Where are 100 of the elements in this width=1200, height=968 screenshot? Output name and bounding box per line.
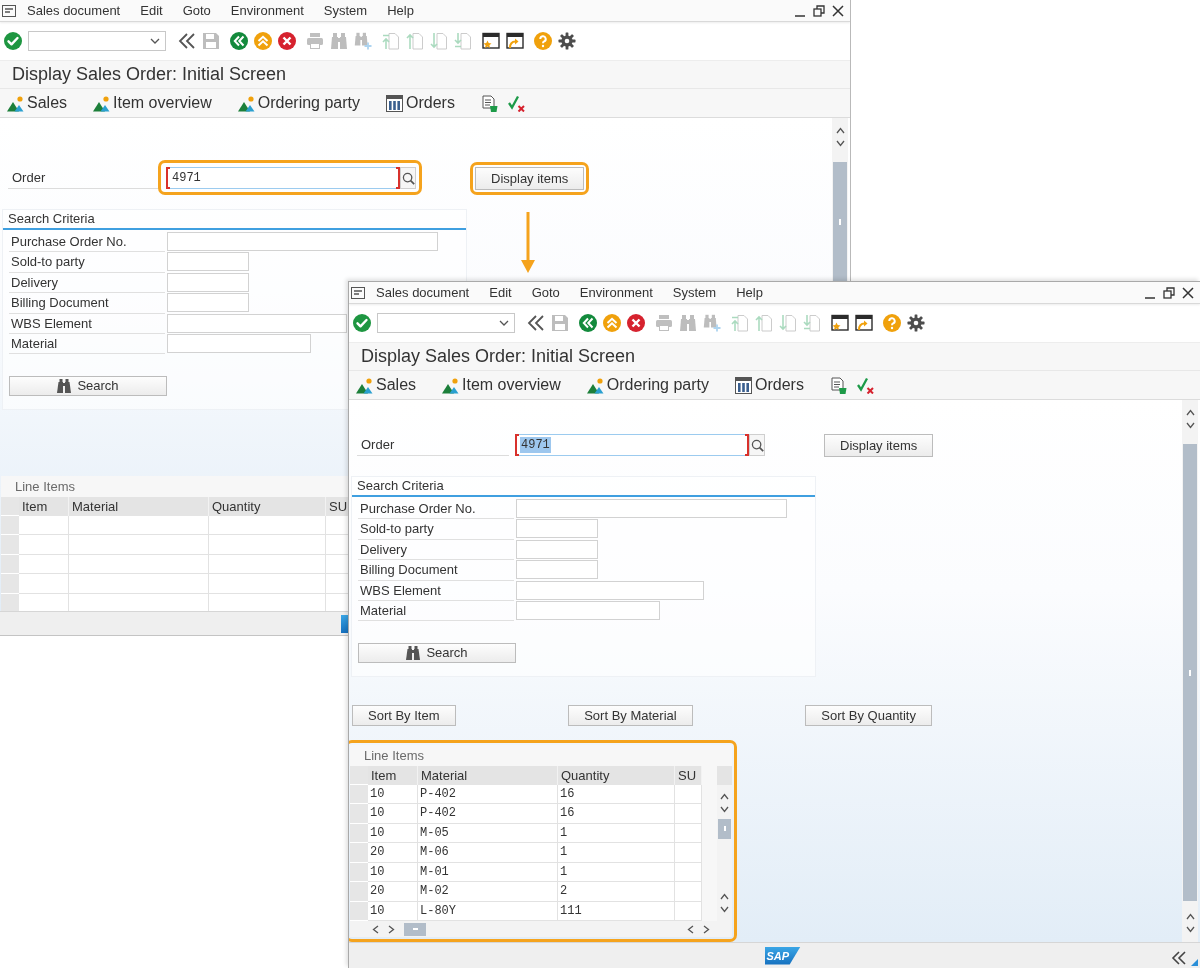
menu-item[interactable]: Edit xyxy=(489,284,512,301)
input-field[interactable] xyxy=(167,252,249,272)
menu-item[interactable]: Environment xyxy=(230,2,304,19)
chevron-right-icon[interactable] xyxy=(388,924,395,934)
circle-double-chevron-up-icon[interactable] xyxy=(603,314,621,332)
command-field[interactable] xyxy=(28,31,166,51)
circle-double-chevron-left-icon[interactable] xyxy=(579,314,597,332)
row-selector[interactable] xyxy=(350,882,368,902)
chevron-down-icon[interactable] xyxy=(720,805,729,813)
toolbar-button[interactable]: Sales xyxy=(7,93,68,113)
help-icon[interactable] xyxy=(534,32,552,50)
input-field[interactable] xyxy=(167,232,438,251)
chevron-down-icon[interactable] xyxy=(1185,422,1195,429)
value-help-button[interactable] xyxy=(749,434,765,456)
input-field[interactable]: 4971 xyxy=(515,434,749,456)
double-chevron-left-icon[interactable] xyxy=(1171,950,1187,966)
settings-icon[interactable] xyxy=(558,32,576,50)
menu-item[interactable]: Sales document xyxy=(376,284,470,301)
sort-button[interactable]: Sort By Material xyxy=(568,705,693,727)
search-button[interactable]: Search xyxy=(9,376,167,397)
input-field[interactable] xyxy=(167,272,249,292)
scrollbar[interactable] xyxy=(1182,400,1198,942)
row-selector[interactable] xyxy=(350,862,368,883)
toolbar-button[interactable]: Ordering party xyxy=(586,375,709,395)
restore-icon[interactable] xyxy=(813,4,825,17)
restore-icon[interactable] xyxy=(1163,286,1175,299)
input-field[interactable] xyxy=(167,333,311,353)
caret-icon[interactable] xyxy=(150,38,160,44)
close-icon[interactable] xyxy=(832,4,844,17)
menu-icon[interactable] xyxy=(351,286,365,299)
document-bin-icon[interactable] xyxy=(829,376,847,394)
sort-button[interactable]: Sort By Quantity xyxy=(805,705,932,727)
chevron-up-icon[interactable] xyxy=(835,127,845,134)
circle-x-icon[interactable] xyxy=(278,32,296,50)
row-selector[interactable] xyxy=(350,843,368,863)
resize-grip-icon[interactable] xyxy=(1191,959,1198,966)
check-cross-icon[interactable] xyxy=(856,376,874,394)
toolbar-button[interactable]: Item overview xyxy=(442,375,561,395)
row-selector[interactable] xyxy=(350,784,368,805)
chevron-left-icon[interactable] xyxy=(687,924,694,934)
chevron-down-icon[interactable] xyxy=(720,906,729,914)
menu-item[interactable]: System xyxy=(672,284,717,301)
scrollbar-thumb[interactable] xyxy=(718,818,731,839)
sort-button[interactable]: Sort By Item xyxy=(352,705,456,727)
toolbar-button[interactable]: Orders xyxy=(386,93,455,113)
circle-double-chevron-left-icon[interactable] xyxy=(230,32,248,50)
command-field[interactable] xyxy=(377,313,515,333)
document-bin-icon[interactable] xyxy=(480,94,498,112)
menu-item[interactable]: Help xyxy=(736,284,763,301)
check-cross-icon[interactable] xyxy=(507,94,525,112)
input-field[interactable] xyxy=(516,600,660,620)
menu-item[interactable]: Goto xyxy=(182,2,211,19)
menu-item[interactable]: Sales document xyxy=(27,2,121,19)
toolbar-button[interactable]: Ordering party xyxy=(237,93,360,113)
row-selector[interactable] xyxy=(1,535,19,555)
scrollbar[interactable] xyxy=(717,765,732,922)
input-field[interactable] xyxy=(516,560,598,580)
input-field[interactable] xyxy=(516,499,787,518)
double-chevron-left-icon[interactable] xyxy=(178,32,196,50)
chevron-down-icon[interactable] xyxy=(835,140,845,147)
display-button[interactable]: Display items xyxy=(475,166,585,190)
chevron-right-icon[interactable] xyxy=(703,924,710,934)
input-field[interactable] xyxy=(516,519,598,539)
scrollbar-thumb[interactable] xyxy=(833,162,847,282)
menu-item[interactable]: System xyxy=(323,2,368,19)
chevron-left-icon[interactable] xyxy=(372,924,379,934)
chevron-down-icon[interactable] xyxy=(1185,926,1195,933)
menu-item[interactable]: Help xyxy=(387,2,414,19)
chevron-up-icon[interactable] xyxy=(1185,409,1195,416)
circle-double-chevron-up-icon[interactable] xyxy=(254,32,272,50)
row-selector[interactable] xyxy=(350,823,368,844)
menu-item[interactable]: Environment xyxy=(579,284,653,301)
input-field[interactable]: 4971 xyxy=(166,167,400,189)
circle-x-icon[interactable] xyxy=(627,314,645,332)
search-button[interactable]: Search xyxy=(358,643,516,664)
check-circle-icon[interactable] xyxy=(4,32,22,50)
caret-icon[interactable] xyxy=(499,320,509,326)
chevron-up-icon[interactable] xyxy=(720,792,729,800)
close-icon[interactable] xyxy=(1182,286,1194,299)
row-selector[interactable] xyxy=(1,554,19,575)
toolbar-button[interactable]: Sales xyxy=(356,375,417,395)
chevron-up-icon[interactable] xyxy=(720,893,729,901)
menu-icon[interactable] xyxy=(2,4,16,17)
scrollbar-thumb[interactable] xyxy=(1183,444,1197,901)
scrollbar[interactable] xyxy=(832,118,848,282)
row-selector[interactable] xyxy=(1,574,19,594)
toolbar-button[interactable]: Item overview xyxy=(93,93,212,113)
check-circle-icon[interactable] xyxy=(353,314,371,332)
value-help-button[interactable] xyxy=(400,167,416,189)
row-selector[interactable] xyxy=(1,515,19,536)
scrollbar-thumb[interactable] xyxy=(404,922,426,936)
display-button[interactable]: Display items xyxy=(824,433,934,457)
scrollbar[interactable] xyxy=(350,921,732,938)
toolbar-button[interactable]: Orders xyxy=(735,375,804,395)
help-icon[interactable] xyxy=(883,314,901,332)
row-selector[interactable] xyxy=(350,804,368,824)
input-field[interactable] xyxy=(516,539,598,559)
input-field[interactable] xyxy=(167,293,249,313)
input-field[interactable] xyxy=(167,313,347,333)
settings-icon[interactable] xyxy=(907,314,925,332)
